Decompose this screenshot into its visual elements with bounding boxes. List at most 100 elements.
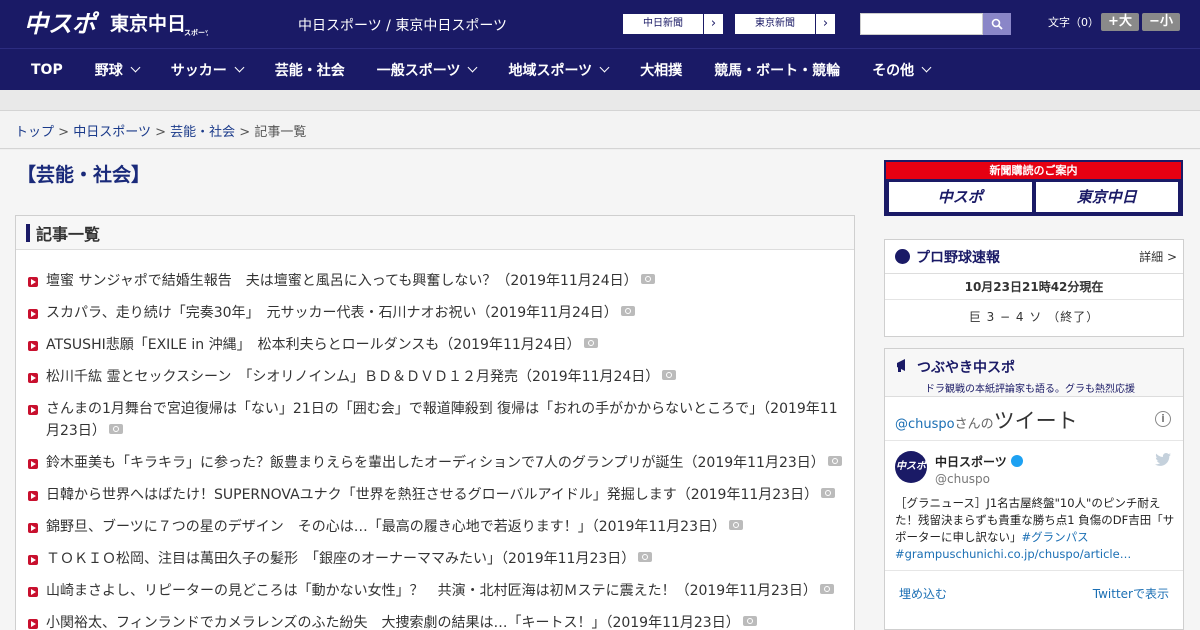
- tweet-account-name-row: 中日スポーツ: [935, 453, 1023, 470]
- breadcrumb-current: 記事一覧: [254, 125, 307, 140]
- font-smaller-button[interactable]: −小: [1142, 13, 1180, 31]
- article-link[interactable]: ATSUSHI悲願「EXILE in 沖縄」 松本利夫らとロールダンスも（201…: [46, 337, 581, 353]
- article-link[interactable]: 松川千紘 霊とセックスシーン 「シオリノインム」ＢＤ＆ＤＶＤ１２月発売（2019…: [46, 369, 659, 385]
- breadcrumb-separator: >: [239, 125, 251, 140]
- list-item[interactable]: スカパラ、走り続け「完奏30年」 元サッカー代表・石川ナオお祝い（2019年11…: [26, 302, 844, 324]
- baseball-detail-link[interactable]: 詳細 >: [1139, 248, 1177, 265]
- list-item[interactable]: 松川千紘 霊とセックスシーン 「シオリノインム」ＢＤ＆ＤＶＤ１２月発売（2019…: [26, 366, 844, 388]
- article-link[interactable]: 小関裕太、フィンランドでカメラレンズのふた紛失 大捜索劇の結果は…「キートス！」…: [46, 615, 740, 630]
- nav-item-other[interactable]: その他: [856, 60, 946, 80]
- tweet-link[interactable]: #grampuschunichi.co.jp/chuspo/article…: [895, 547, 1131, 561]
- chevron-down-icon: [234, 62, 245, 73]
- camera-icon: [640, 274, 655, 284]
- list-item[interactable]: 日韓から世界へはばたけ！SUPERNOVAユナク「世界を熱狂させるグローバルアイ…: [26, 484, 844, 506]
- nav-item-soccer[interactable]: サッカー: [155, 60, 259, 80]
- subscription-tokyo-logo[interactable]: 東京中日: [1035, 182, 1178, 212]
- baseball-title: プロ野球速報: [916, 249, 1000, 266]
- camera-icon: [620, 306, 635, 316]
- tweets-san: さんの: [954, 417, 994, 432]
- article-link[interactable]: 壇蜜 サンジャポで結婚生報告 夫は壇蜜と風呂に入っても興奮しない？（2019年1…: [46, 273, 638, 289]
- tweets-user-link[interactable]: @chuspo: [895, 417, 955, 432]
- camera-icon: [819, 584, 834, 594]
- tweets-label: ツイート: [993, 409, 1078, 433]
- camera-icon: [583, 338, 598, 348]
- tweets-header: @chuspoさんのツイート i: [885, 397, 1183, 441]
- nav-item-baseball[interactable]: 野球: [79, 60, 155, 80]
- chuspo-logo-text: 中スポ: [24, 10, 100, 38]
- chevron-down-icon: [468, 62, 478, 73]
- article-link[interactable]: 錦野旦、ブーツに７つの星のデザイン その心は…「最高の履き心地で若返ります！」（…: [46, 519, 726, 535]
- info-icon[interactable]: i: [1155, 411, 1171, 427]
- subscription-chuspo-logo[interactable]: 中スポ: [889, 182, 1032, 212]
- article-link[interactable]: スカパラ、走り続け「完奏30年」 元サッカー代表・石川ナオお祝い（2019年11…: [46, 305, 618, 321]
- list-item[interactable]: ATSUSHI悲願「EXILE in 沖縄」 松本利夫らとロールダンスも（201…: [26, 334, 844, 356]
- avatar[interactable]: 中スポ: [895, 451, 927, 483]
- breadcrumb: トップ > 中日スポーツ > 芸能・社会 > 記事一覧: [15, 121, 306, 140]
- list-item[interactable]: 錦野旦、ブーツに７つの星のデザイン その心は…「最高の履き心地で若返ります！」（…: [26, 516, 844, 538]
- nav-item-general-sports[interactable]: 一般スポーツ: [361, 60, 493, 80]
- article-link[interactable]: 山崎まさよし、リピーターの見どころは「動かない女性」？ 共演・北村匠海は初Ｍステ…: [46, 583, 817, 599]
- font-larger-button[interactable]: +大: [1101, 13, 1139, 31]
- view-on-twitter-link[interactable]: Twitterで表示: [1093, 585, 1169, 602]
- twitter-panel-header: つぶやき中スポ ドラ観戦の本紙評論家も語る。グラも熱烈応援: [885, 349, 1183, 397]
- nav-item-racing[interactable]: 競馬・ボート・競輪: [698, 60, 856, 80]
- ad-band: [0, 90, 1200, 111]
- twitter-bird-icon[interactable]: [1155, 453, 1171, 466]
- tokyo-shimbun-link[interactable]: 東京新聞 ›: [734, 13, 836, 35]
- nav-item-label: 芸能・社会: [274, 62, 345, 79]
- tweet-item[interactable]: 中スポ 中日スポーツ @chuspo ［グラニュース］J1名古屋終盤"10人"の…: [885, 441, 1183, 571]
- article-link[interactable]: ＴＯＫＩＯ松岡、注目は萬田久子の髪形 「銀座のオーナーママみたい」（2019年1…: [46, 551, 635, 567]
- list-item[interactable]: 鈴木亜美も「キラキラ」に参った？飯豊まりえらを輩出したオーディションで7人のグラ…: [26, 452, 844, 474]
- article-list: 壇蜜 サンジャポで結婚生報告 夫は壇蜜と風呂に入っても興奮しない？（2019年1…: [16, 250, 854, 630]
- list-item[interactable]: さんまの1月舞台で宮迫復帰は「ない」21日の「囲む会」で報道陣殺到 復帰は「おれ…: [26, 398, 844, 442]
- heading-bar: [26, 223, 30, 242]
- search-input[interactable]: [860, 13, 983, 35]
- nav-item-regional-sports[interactable]: 地域スポーツ: [492, 60, 624, 80]
- list-item[interactable]: 山崎まさよし、リピーターの見どころは「動かない女性」？ 共演・北村匠海は初Ｍステ…: [26, 580, 844, 602]
- breadcrumb-entertainment[interactable]: 芸能・社会: [170, 125, 235, 140]
- article-link[interactable]: 日韓から世界へはばたけ！SUPERNOVAユナク「世界を熱狂させるグローバルアイ…: [46, 487, 818, 503]
- baseball-score[interactable]: 巨 3 − 4 ソ （終了）: [885, 300, 1183, 334]
- chuspo-logo[interactable]: 中スポ: [24, 8, 100, 38]
- baseball-header: プロ野球速報 詳細 >: [885, 240, 1183, 274]
- article-list-panel: 記事一覧 壇蜜 サンジャポで結婚生報告 夫は壇蜜と風呂に入っても興奮しない？（2…: [15, 215, 855, 630]
- list-item[interactable]: 小関裕太、フィンランドでカメラレンズのふた紛失 大捜索劇の結果は…「キートス！」…: [26, 612, 844, 630]
- article-link[interactable]: さんまの1月舞台で宮迫復帰は「ない」21日の「囲む会」で報道陣殺到 復帰は「おれ…: [46, 401, 838, 439]
- chevron-down-icon: [599, 62, 610, 73]
- camera-icon: [662, 370, 677, 380]
- breadcrumb-home[interactable]: トップ: [15, 125, 54, 140]
- top-header: 中スポ 東京中日 スポーツ 中日スポーツ / 東京中日スポーツ 中日新聞 › 東…: [0, 0, 1200, 48]
- search-button[interactable]: [983, 13, 1011, 35]
- nav-item-entertainment[interactable]: 芸能・社会: [259, 60, 361, 80]
- breadcrumb-separator: >: [155, 125, 166, 140]
- subscription-logos: 中スポ 東京中日: [886, 179, 1181, 215]
- nav-item-label: TOP: [31, 61, 63, 78]
- megaphone-icon: [897, 359, 905, 372]
- breadcrumb-chunichi-sports[interactable]: 中日スポーツ: [73, 125, 151, 140]
- tokyo-logo-small: スポーツ: [184, 28, 208, 37]
- nav-item-top[interactable]: TOP: [15, 62, 79, 78]
- tweet-account-handle[interactable]: @chuspo: [935, 472, 990, 486]
- tokyo-shimbun-label: 東京新聞: [755, 18, 795, 29]
- list-item[interactable]: 壇蜜 サンジャポで結婚生報告 夫は壇蜜と風呂に入っても興奮しない？（2019年1…: [26, 270, 844, 292]
- verified-icon: [1010, 455, 1023, 467]
- article-link[interactable]: 鈴木亜美も「キラキラ」に参った？飯豊まりえらを輩出したオーディションで7人のグラ…: [46, 455, 825, 471]
- list-item[interactable]: ＴＯＫＩＯ松岡、注目は萬田久子の髪形 「銀座のオーナーママみたい」（2019年1…: [26, 548, 844, 570]
- camera-icon: [728, 520, 743, 530]
- subscription-banner[interactable]: 新聞購読のご案内 中スポ 東京中日: [884, 160, 1183, 216]
- tweets-footer: 埋め込む Twitterで表示: [885, 571, 1183, 615]
- chevron-right-icon: ›: [815, 14, 835, 34]
- tokyo-chunichi-logo[interactable]: 東京中日 スポーツ: [110, 10, 208, 38]
- chunichi-shimbun-link[interactable]: 中日新聞 ›: [622, 13, 724, 35]
- tweet-account-name[interactable]: 中日スポーツ: [935, 455, 1007, 469]
- chevron-down-icon: [130, 62, 141, 73]
- embed-link[interactable]: 埋め込む: [899, 585, 947, 602]
- nav-item-sumo[interactable]: 大相撲: [624, 60, 698, 80]
- baseball-updated-time: 10月23日21時42分現在: [885, 274, 1183, 300]
- nav-item-label: 競馬・ボート・競輪: [714, 62, 841, 79]
- camera-icon: [108, 424, 123, 434]
- nav-item-label: 野球: [94, 62, 123, 79]
- tweet-hashtag[interactable]: #グランパス: [1022, 530, 1089, 544]
- twitter-panel-subtitle: ドラ観戦の本紙評論家も語る。グラも熱烈応援: [925, 384, 1135, 395]
- camera-icon: [827, 456, 842, 466]
